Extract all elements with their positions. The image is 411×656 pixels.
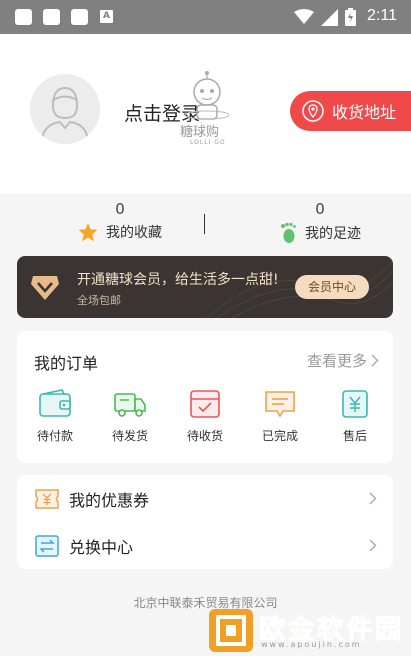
notification-a-icon: A bbox=[100, 10, 113, 23]
member-banner[interactable]: 开通糖球会员，给生活多一点甜! 全场包邮 会员中心 bbox=[17, 256, 393, 318]
order-pending-payment-label: 待付款 bbox=[36, 429, 73, 443]
battery-icon bbox=[345, 8, 356, 26]
view-more-label: 查看更多 bbox=[306, 352, 367, 370]
order-pending-receipt-label: 待收货 bbox=[186, 429, 223, 443]
yen-icon bbox=[342, 390, 368, 418]
coupons-row[interactable]: 我的优惠券 bbox=[17, 475, 393, 522]
orders-card: 我的订单 查看更多 待付款 待发货 待收货 已完成 售后 bbox=[17, 331, 393, 463]
wallet-icon bbox=[39, 389, 71, 417]
favorites-count: 0 bbox=[115, 200, 125, 218]
box-icon bbox=[190, 390, 220, 418]
notification-icon bbox=[71, 9, 88, 25]
status-bar: A 2:11 bbox=[0, 0, 411, 34]
view-more-link[interactable]: 查看更多 bbox=[307, 350, 379, 371]
shipping-address-label: 收货地址 bbox=[332, 103, 397, 122]
orders-title: 我的订单 bbox=[34, 354, 99, 373]
order-pending-shipment[interactable]: 待发货 bbox=[100, 389, 160, 444]
order-after-sales[interactable]: 售后 bbox=[325, 389, 385, 444]
watermark-url: www.apoujin.com bbox=[261, 640, 362, 649]
menu-list: 我的优惠券 兑换中心 bbox=[17, 475, 393, 569]
favorites-label: 我的收藏 bbox=[106, 225, 162, 241]
notification-icon bbox=[15, 9, 32, 25]
chevron-right-icon bbox=[369, 539, 377, 552]
message-icon bbox=[265, 391, 295, 418]
footprints-stat[interactable]: 0 我的足迹 bbox=[245, 200, 395, 244]
member-subtitle: 全场包邮 bbox=[77, 294, 121, 307]
signal-icon bbox=[321, 9, 338, 26]
order-pending-receipt[interactable]: 待收货 bbox=[175, 389, 235, 444]
favorites-stat[interactable]: 0 我的收藏 bbox=[45, 200, 195, 242]
order-after-sales-label: 售后 bbox=[342, 429, 367, 443]
order-completed[interactable]: 已完成 bbox=[250, 389, 310, 444]
profile-header: 点击登录 糖球购 LOLLI GO 收货地址 bbox=[0, 34, 411, 194]
location-pin-icon bbox=[302, 100, 324, 122]
truck-icon bbox=[114, 393, 146, 417]
stats-row: 0 我的收藏 0 我的足迹 bbox=[0, 194, 411, 254]
watermark: 欧金软件园 www.apoujin.com bbox=[209, 607, 405, 652]
shipping-address-button[interactable]: 收货地址 bbox=[290, 91, 411, 131]
chevron-right-icon bbox=[371, 354, 379, 367]
logo-subtext: LOLLI GO bbox=[190, 139, 226, 146]
order-completed-label: 已完成 bbox=[261, 429, 298, 443]
member-center-button[interactable]: 会员中心 bbox=[295, 275, 369, 299]
coupon-icon bbox=[35, 488, 59, 509]
exchange-icon bbox=[35, 534, 59, 557]
footprints-label: 我的足迹 bbox=[305, 226, 361, 242]
user-placeholder-icon bbox=[30, 74, 100, 144]
logo-text: 糖球购 bbox=[180, 125, 220, 140]
watermark-logo-icon bbox=[209, 609, 253, 652]
order-pending-shipment-label: 待发货 bbox=[111, 429, 148, 443]
exchange-center-label: 兑换中心 bbox=[69, 537, 134, 557]
avatar[interactable] bbox=[30, 74, 100, 144]
exchange-center-row[interactable]: 兑换中心 bbox=[17, 522, 393, 569]
order-pending-payment[interactable]: 待付款 bbox=[25, 389, 85, 444]
member-title: 开通糖球会员，给生活多一点甜! bbox=[77, 272, 279, 288]
stats-divider bbox=[204, 214, 205, 234]
star-icon bbox=[78, 222, 98, 241]
clock: 2:11 bbox=[367, 7, 397, 24]
footprints-count: 0 bbox=[315, 200, 325, 218]
footprint-icon bbox=[281, 222, 296, 243]
wifi-icon bbox=[294, 9, 314, 24]
coupons-label: 我的优惠券 bbox=[69, 490, 150, 510]
chevron-right-icon bbox=[369, 492, 377, 505]
notification-icon bbox=[43, 9, 60, 25]
vip-diamond-icon bbox=[31, 276, 59, 300]
